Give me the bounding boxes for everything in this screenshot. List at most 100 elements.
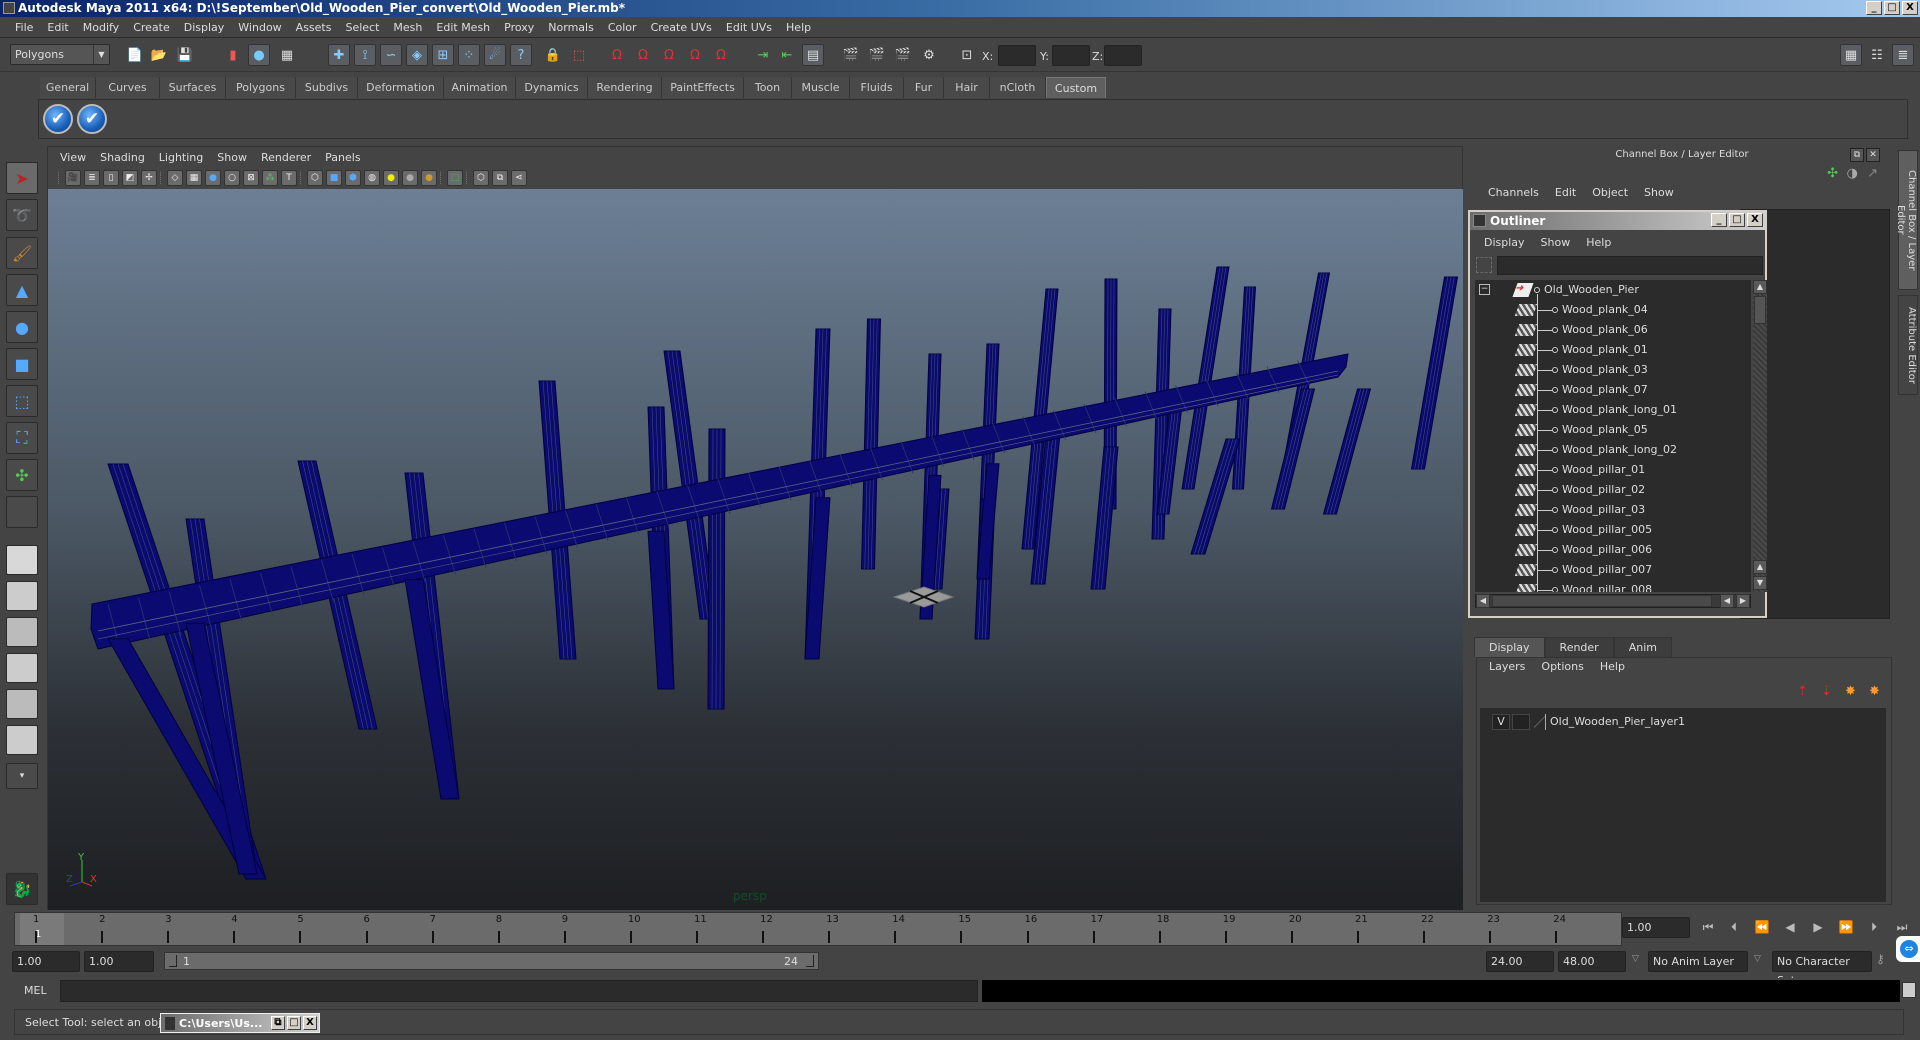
viewport-canvas[interactable]: Y X Z persp [48,189,1463,910]
sculpt-icon[interactable]: ☄ [484,44,506,66]
shelf-tab-painteffects[interactable]: PaintEffects [662,77,744,98]
xray-icon[interactable]: ⬡ [473,170,489,186]
menu-file[interactable]: File [8,21,40,34]
tab-channel-box[interactable]: Channel Box / Layer Editor [1895,150,1918,290]
menu-mesh[interactable]: Mesh [386,21,429,34]
z-field[interactable] [1104,45,1142,66]
range-end-handle[interactable] [806,955,814,967]
new-scene-icon[interactable]: 📄 [124,44,146,66]
scroll-left-icon[interactable]: ◀ [1720,594,1734,608]
scroll-up-icon[interactable]: ▲ [1753,280,1767,294]
shelf-tab-muscle[interactable]: Muscle [792,77,850,98]
camera-attributes-icon[interactable]: ≣ [84,170,100,186]
resolution-gate-icon[interactable]: ● [205,170,221,186]
layer-type-toggle[interactable] [1512,714,1530,730]
cb-menu-edit[interactable]: Edit [1547,186,1584,199]
outliner-persp-layout-icon[interactable] [6,617,38,647]
select-highlight-icon[interactable]: ⬚ [568,44,590,66]
shelf-tab-general[interactable]: General [40,77,96,98]
paint-select-tool-icon[interactable]: 🖌 [6,237,38,269]
check-icon[interactable]: ✔ [43,104,73,134]
time-slider[interactable]: 1 1 2 3 4 5 6 7 8 9 10 11 12 13 14 15 16 17 18 19 20 21 22 23 2… [14,912,1622,946]
teamviewer-icon[interactable]: ⇔ [1896,936,1920,962]
outliner-item[interactable]: Wood_plank_03 [1475,360,1751,380]
smooth-shade-icon[interactable]: ■ [326,170,342,186]
outliner-item[interactable]: Wood_plank_long_02 [1475,440,1751,460]
more-layouts-chevron-icon[interactable]: ▾ [6,763,38,789]
layer-row[interactable]: V Old_Wooden_Pier_layer1 [1484,712,1884,732]
layer-tab-anim[interactable]: Anim [1613,637,1672,657]
scroll-down-icon[interactable]: ▼ [1753,576,1767,590]
magnet-live-icon[interactable]: Ω [710,44,732,66]
maximize-button[interactable]: □ [1884,1,1900,15]
input-ops-icon[interactable]: ⇥ [752,44,774,66]
outliner-minimize-button[interactable]: _ [1711,213,1727,227]
outliner-vertical-scrollbar[interactable]: ▲ ▲ ▼ [1753,280,1767,592]
render-icon[interactable]: 🎬 [866,44,888,66]
outliner-menu-show[interactable]: Show [1533,236,1579,249]
universal-manipulator-icon[interactable]: ⬚ [6,385,38,417]
close-panel-icon[interactable]: ✕ [1866,148,1880,162]
use-all-lights-icon[interactable]: ● [383,170,399,186]
viewport-menu-lighting[interactable]: Lighting [153,151,211,164]
soft-mod-tool-icon[interactable]: ⛶ [6,422,38,454]
single-perspective-layout-icon[interactable] [6,545,38,575]
arrow-icon[interactable]: ↗ [1867,166,1878,181]
outliner-item[interactable]: Wood_plank_05 [1475,420,1751,440]
image-plane-icon[interactable]: ◩ [122,170,138,186]
outliner-menu-display[interactable]: Display [1476,236,1533,249]
menu-edit-mesh[interactable]: Edit Mesh [429,21,497,34]
field-chart-icon[interactable]: ⊠ [243,170,259,186]
outliner-menu-help[interactable]: Help [1578,236,1619,249]
snap-point-icon[interactable]: ∽ [380,44,402,66]
animation-end-field[interactable]: 48.00 [1558,951,1626,972]
maximize-button[interactable]: □ [287,1016,301,1030]
gate-mask-icon[interactable]: ○ [224,170,240,186]
animation-start-field[interactable]: 1.00 [12,951,80,972]
shelf-tab-fur[interactable]: Fur [904,77,944,98]
playback-start-field[interactable]: 1.00 [84,951,154,972]
scroll-left-icon[interactable]: ◀ [1476,594,1490,608]
shelf-tab-polygons[interactable]: Polygons [226,77,296,98]
minimize-button[interactable]: _ [1866,1,1882,15]
shelf-tab-animation[interactable]: Animation [444,77,516,98]
layer-tab-display[interactable]: Display [1474,637,1545,657]
menu-window[interactable]: Window [231,21,288,34]
menu-edit-uvs[interactable]: Edit UVs [719,21,779,34]
script-editor-icon[interactable] [1902,982,1916,998]
outliner-item[interactable]: Wood_plank_07 [1475,380,1751,400]
tool-settings-icon[interactable]: ☷ [1866,44,1888,66]
attribute-editor-toggle-icon[interactable]: ▦ [1840,44,1862,66]
menu-assets[interactable]: Assets [289,21,339,34]
float-panel-icon[interactable]: ⧉ [1850,148,1864,162]
select-hierarchy-icon[interactable]: ▮ [222,44,244,66]
layer-color-swatch[interactable] [1534,714,1546,730]
outliner-horizontal-scrollbar[interactable]: ◀ ◀ ▶ [1475,594,1751,608]
film-gate-icon[interactable]: ▦ [186,170,202,186]
move-layer-up-icon[interactable]: ⇡ [1797,684,1808,699]
persp-outliner-graph-layout-icon[interactable] [6,725,38,755]
output-ops-icon[interactable]: ⇤ [776,44,798,66]
input-box-icon[interactable]: ⊡ [956,44,978,66]
anim-layer-dropdown[interactable]: No Anim Layer [1648,951,1748,972]
new-layer-from-selected-icon[interactable]: ✸ [1869,684,1880,699]
share-icon[interactable]: ⋖ [511,170,527,186]
close-button[interactable]: X [303,1016,317,1030]
shelf-tab-surfaces[interactable]: Surfaces [160,77,226,98]
viewport-menu-view[interactable]: View [54,151,94,164]
play-forwards-icon[interactable]: ▶ [1808,920,1828,936]
lasso-tool-icon[interactable]: ➰ [6,199,38,231]
step-back-frame-icon[interactable]: ⏴ [1724,920,1744,936]
outliner-item[interactable]: Wood_plank_01 [1475,340,1751,360]
persp-graph-layout-icon[interactable] [6,653,38,683]
snap-view-plane-icon[interactable]: ◈ [406,44,428,66]
layer-tab-render[interactable]: Render [1544,637,1614,657]
select-camera-icon[interactable]: 🎥 [65,170,81,186]
2d-pan-zoom-icon[interactable]: ✢ [141,170,157,186]
layer-menu-layers[interactable]: Layers [1481,660,1533,673]
x-field[interactable] [998,45,1036,66]
restore-button[interactable]: ⧉ [271,1016,285,1030]
outliner-item[interactable]: Wood_plank_06 [1475,320,1751,340]
outliner-item[interactable]: Wood_pillar_005 [1475,520,1751,540]
menu-edit[interactable]: Edit [40,21,75,34]
